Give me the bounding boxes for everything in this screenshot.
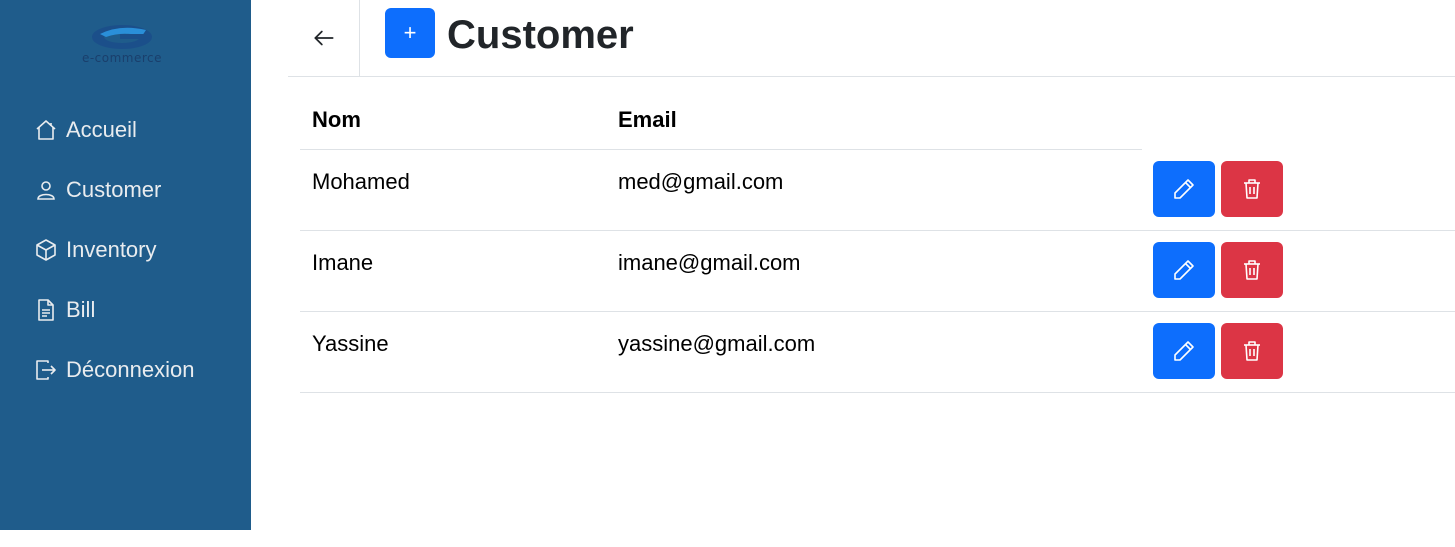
pencil-icon bbox=[1174, 341, 1194, 361]
cell-email: yassine@gmail.com bbox=[618, 331, 816, 356]
sidebar-item-label: Bill bbox=[66, 297, 96, 322]
pencil-icon bbox=[1174, 260, 1194, 280]
page-header: + Customer bbox=[288, 0, 1455, 77]
customer-table: Nom Email Mohamed med@gmail.com Imane im… bbox=[300, 92, 1455, 393]
pencil-icon bbox=[1174, 179, 1194, 199]
sidebar: e-commerce Accueil Customer Inventory Bi… bbox=[0, 0, 251, 530]
sidebar-nav: Accueil Customer Inventory Bill Déconnex… bbox=[34, 110, 194, 410]
delete-button[interactable] bbox=[1221, 323, 1283, 379]
trash-icon bbox=[1244, 260, 1260, 280]
box-icon bbox=[34, 237, 60, 263]
back-button[interactable] bbox=[288, 0, 360, 76]
delete-button[interactable] bbox=[1221, 242, 1283, 298]
edit-button[interactable] bbox=[1153, 161, 1215, 217]
trash-icon bbox=[1244, 179, 1260, 199]
logout-icon bbox=[34, 357, 60, 383]
cell-nom: Imane bbox=[312, 250, 374, 275]
cell-nom: Mohamed bbox=[312, 169, 410, 194]
cell-email: imane@gmail.com bbox=[618, 250, 801, 275]
arrow-left-icon bbox=[313, 30, 334, 46]
sidebar-item-inventory[interactable]: Inventory bbox=[34, 230, 194, 270]
sidebar-item-customer[interactable]: Customer bbox=[34, 170, 194, 210]
edit-button[interactable] bbox=[1153, 323, 1215, 379]
sidebar-item-label: Accueil bbox=[66, 117, 137, 142]
person-icon bbox=[34, 177, 60, 203]
sidebar-item-label: Inventory bbox=[66, 237, 157, 262]
column-header-nom: Nom bbox=[312, 107, 361, 132]
page-title: Customer bbox=[447, 13, 634, 57]
sidebar-item-label: Customer bbox=[66, 177, 162, 202]
delete-button[interactable] bbox=[1221, 161, 1283, 217]
table-row: Mohamed med@gmail.com bbox=[300, 150, 1455, 231]
sidebar-item-bill[interactable]: Bill bbox=[34, 290, 194, 330]
table-row: Imane imane@gmail.com bbox=[300, 231, 1455, 312]
column-header-email: Email bbox=[618, 107, 677, 132]
logo-mark-icon bbox=[92, 25, 152, 49]
sidebar-item-deconnexion[interactable]: Déconnexion bbox=[34, 350, 194, 390]
cell-nom: Yassine bbox=[312, 331, 389, 356]
add-customer-button[interactable]: + bbox=[385, 8, 435, 58]
trash-icon bbox=[1244, 341, 1260, 361]
table-header: Nom Email bbox=[300, 92, 1142, 150]
sidebar-item-label: Déconnexion bbox=[66, 357, 195, 382]
logo: e-commerce bbox=[52, 20, 192, 66]
home-icon bbox=[34, 117, 60, 143]
table-row: Yassine yassine@gmail.com bbox=[300, 312, 1455, 393]
sidebar-item-accueil[interactable]: Accueil bbox=[34, 110, 194, 150]
edit-button[interactable] bbox=[1153, 242, 1215, 298]
document-icon bbox=[34, 297, 60, 323]
cell-email: med@gmail.com bbox=[618, 169, 784, 194]
logo-text: e-commerce bbox=[81, 51, 163, 65]
